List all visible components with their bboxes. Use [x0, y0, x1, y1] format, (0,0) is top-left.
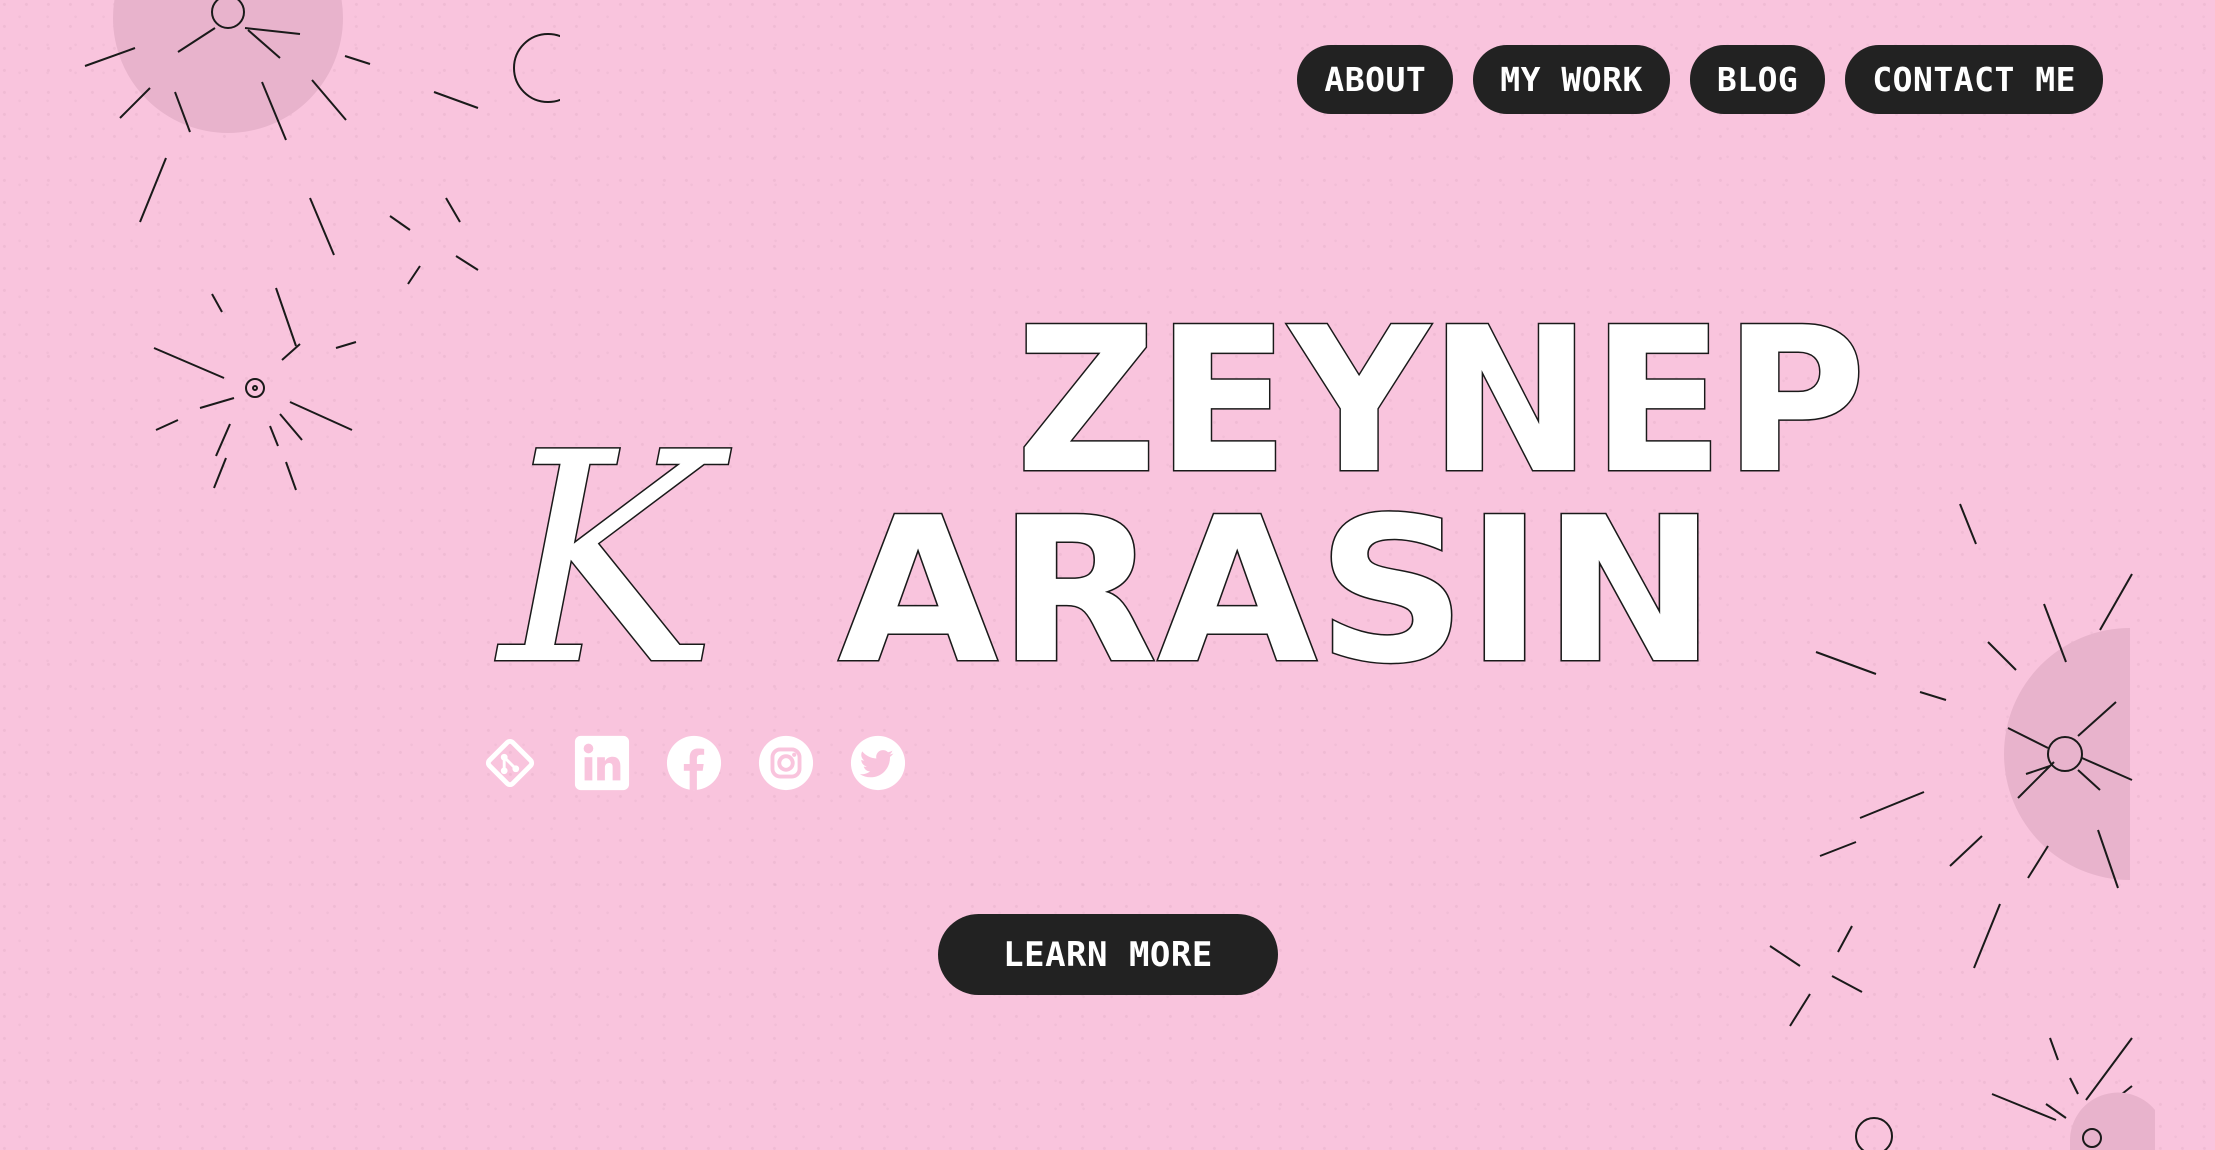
hero-last-name-initial: K	[495, 392, 731, 710]
twitter-icon[interactable]	[848, 733, 908, 793]
social-links	[480, 733, 908, 793]
nav-item-about[interactable]: ABOUT	[1297, 45, 1454, 114]
linkedin-icon[interactable]	[572, 733, 632, 793]
learn-more-button[interactable]: LEARN MORE	[938, 914, 1278, 995]
main-nav: ABOUT MY WORK BLOG CONTACT ME	[1297, 45, 2103, 114]
facebook-icon[interactable]	[664, 733, 724, 793]
hero-name: ZEYNEP K ARASIN	[494, 290, 1868, 710]
git-icon[interactable]	[480, 733, 540, 793]
nav-item-my-work[interactable]: MY WORK	[1473, 45, 1670, 114]
hero-last-name-rest: ARASIN	[838, 475, 1716, 708]
nav-item-contact-me[interactable]: CONTACT ME	[1845, 45, 2103, 114]
instagram-icon[interactable]	[756, 733, 816, 793]
nav-item-blog[interactable]: BLOG	[1689, 45, 1826, 114]
